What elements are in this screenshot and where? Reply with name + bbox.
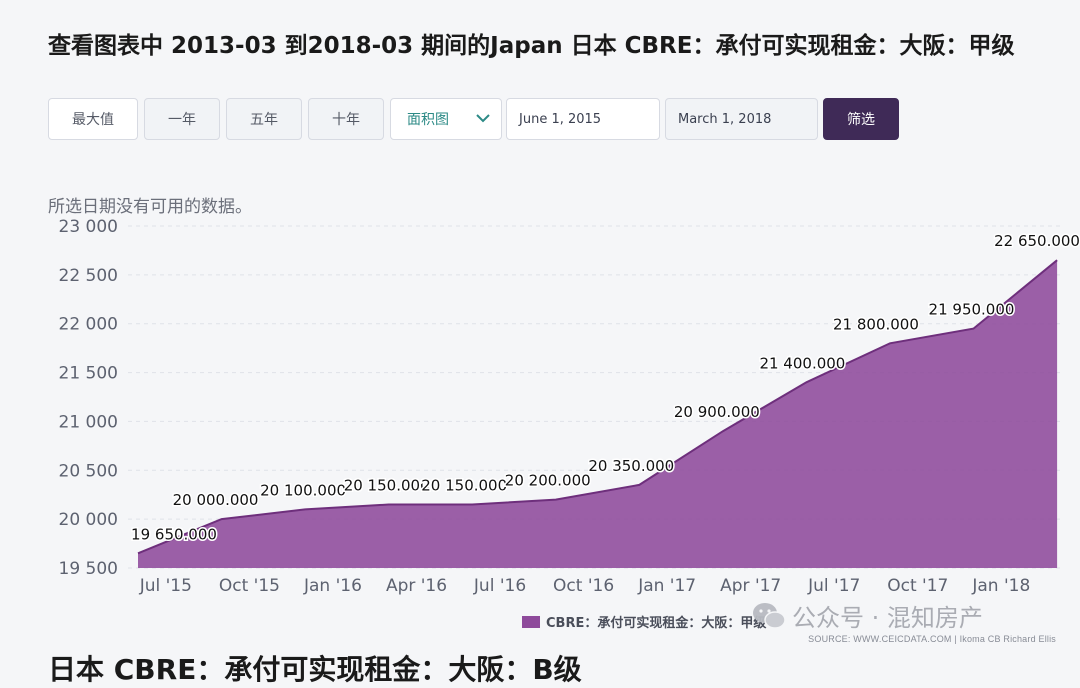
y-tick-label: 20 500 — [59, 461, 118, 481]
legend-swatch — [522, 615, 540, 628]
source-note: SOURCE: WWW.CEICDATA.COM | Ikoma CB Rich… — [808, 634, 1056, 644]
data-label: 19 650.000 — [131, 525, 217, 543]
x-tick-label: Jul '15 — [139, 576, 192, 596]
wechat-icon — [753, 602, 786, 629]
chart-legend[interactable]: CBRE：承付可实现租金：大阪：甲级 — [522, 612, 766, 631]
watermark-text: 公众号 · 混知房产 — [792, 604, 983, 632]
x-tick-label: Jul '16 — [473, 576, 526, 596]
data-label: 20 100.000 — [260, 481, 346, 499]
x-tick-label: Oct '17 — [887, 576, 948, 596]
data-label: 21 800.000 — [833, 315, 919, 333]
y-tick-label: 20 000 — [59, 510, 118, 530]
data-label: 22 650.000 — [994, 232, 1080, 250]
data-label: 20 150.000 — [421, 476, 507, 494]
next-section-title: 日本 CBRE：承付可实现租金：大阪：B级 — [48, 653, 582, 686]
y-tick-label: 19 500 — [59, 559, 118, 579]
area-chart: 23 000 22 500 22 000 21 500 21 000 20 500 20 0… — [59, 217, 1080, 596]
watermark: 公众号 · 混知房产 — [752, 598, 983, 633]
x-tick-label: Jan '16 — [303, 576, 362, 596]
x-tick-label: Oct '15 — [219, 576, 280, 596]
data-label: 21 400.000 — [759, 354, 845, 372]
data-label: 21 950.000 — [929, 301, 1015, 319]
y-tick-label: 22 500 — [59, 266, 118, 286]
x-tick-label: Oct '16 — [553, 576, 614, 596]
y-tick-label: 22 000 — [59, 315, 118, 335]
y-tick-label: 23 000 — [59, 217, 118, 237]
series-area — [138, 260, 1058, 568]
data-label: 20 200.000 — [505, 472, 591, 490]
x-tick-label: Jan '17 — [637, 576, 696, 596]
x-tick-label: Jan '18 — [971, 576, 1030, 596]
legend-label: CBRE：承付可实现租金：大阪：甲级 — [546, 616, 767, 631]
y-tick-label: 21 500 — [59, 364, 118, 384]
x-tick-label: Apr '17 — [720, 576, 781, 596]
x-axis-ticks: Jul '15 Oct '15 Jan '16 Apr '16 Jul '16 Oct '… — [139, 576, 1031, 596]
y-tick-label: 21 000 — [59, 412, 118, 432]
x-tick-label: Apr '16 — [386, 576, 447, 596]
data-label: 20 000.000 — [173, 491, 259, 509]
data-label: 20 900.000 — [674, 403, 760, 421]
data-label: 20 350.000 — [588, 457, 674, 475]
x-tick-label: Jul '17 — [807, 576, 860, 596]
y-axis-ticks: 23 000 22 500 22 000 21 500 21 000 20 500 20 0… — [59, 217, 118, 579]
data-label: 20 150.000 — [344, 476, 430, 494]
